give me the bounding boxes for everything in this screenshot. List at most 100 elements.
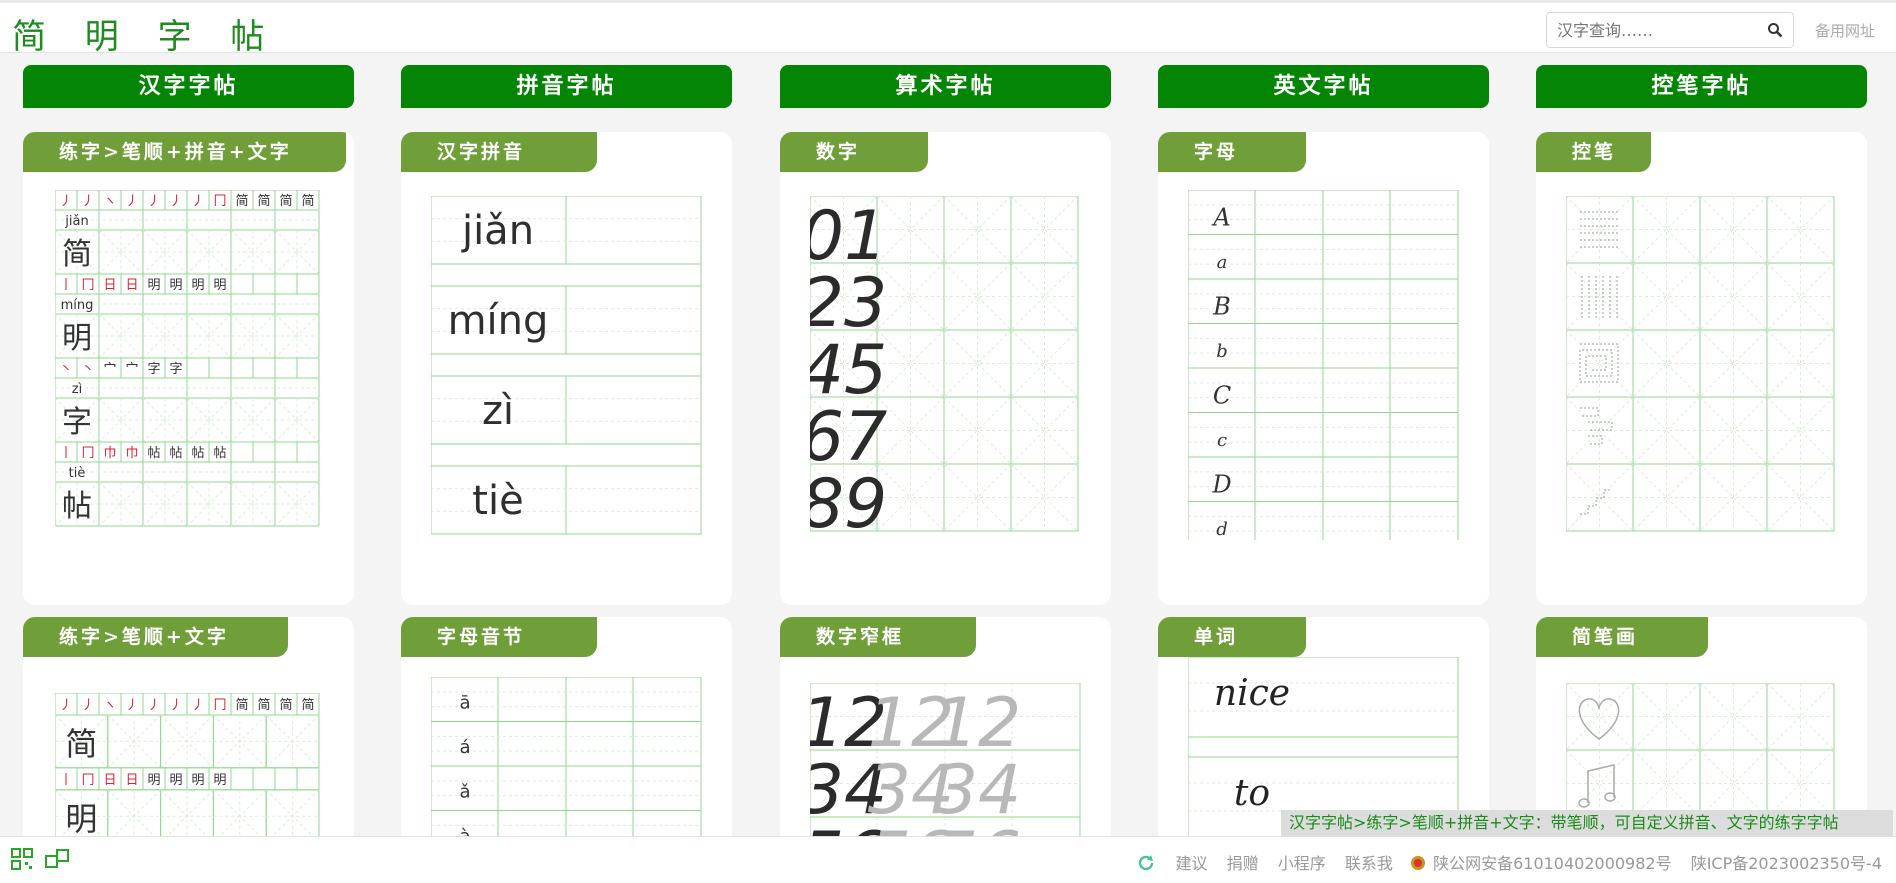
grid-cell <box>296 767 320 791</box>
stroke-order-char: ヽ <box>103 698 116 713</box>
column-header-pen-control[interactable]: 控笔字帖 <box>1536 65 1867 108</box>
stroke-order-char: 巾 <box>103 446 116 461</box>
stroke-order-char: 冂 <box>81 278 94 293</box>
icp-record-link[interactable]: 陕ICP备2023002350号-4 <box>1691 854 1882 873</box>
site-logo[interactable]: 简 明 字 帖 <box>12 9 278 58</box>
mini-program-link[interactable]: 小程序 <box>1278 854 1326 873</box>
pinyin-text: míng <box>61 298 94 313</box>
column-header-pinyin[interactable]: 拼音字帖 <box>401 65 732 108</box>
column-header-hanzi[interactable]: 汉字字帖 <box>23 65 354 108</box>
card-pinyin-syllables[interactable]: 字母音节 āáǎà <box>401 617 732 857</box>
pinyin-word: jiǎn <box>461 208 534 254</box>
column-header-arithmetic[interactable]: 算术字帖 <box>780 65 1111 108</box>
practice-char: 简 <box>62 237 92 272</box>
stroke-order-char: 丨 <box>59 773 72 788</box>
stroke-order-char: 丨 <box>59 278 72 293</box>
search-icon[interactable] <box>1767 22 1783 38</box>
grid-cell <box>296 441 320 463</box>
stroke-order-char: 丿 <box>169 194 182 209</box>
step-pattern <box>1580 407 1613 445</box>
pinyin-text: zì <box>72 382 82 397</box>
stroke-order-char: 冂 <box>81 446 94 461</box>
stroke-order-char: 宀 <box>103 362 116 377</box>
stroke-order-char: 明 <box>147 278 160 293</box>
contact-link[interactable]: 联系我 <box>1345 854 1393 873</box>
syllable-text: ǎ <box>459 782 470 803</box>
sample-letter: b <box>1216 341 1228 362</box>
grid-cell <box>274 441 298 463</box>
stroke-order-char: 简 <box>301 193 314 209</box>
sample-letter: D <box>1211 471 1231 499</box>
stroke-order-char: 明 <box>169 278 182 293</box>
hover-tooltip: 汉字字帖>练字>笔顺+拼音+文字：带笔顺，可自定义拼音、文字的练字字帖 <box>1281 810 1893 836</box>
pinyin-text: tiè <box>69 466 86 481</box>
stroke-order-char: 日 <box>125 773 138 788</box>
card-pen-control[interactable]: 控笔 <box>1536 132 1867 605</box>
stroke-order-char: 简 <box>257 697 270 713</box>
card-tag: 汉字拼音 <box>401 132 597 172</box>
card-preview <box>1566 196 1835 532</box>
search-box[interactable] <box>1546 12 1794 48</box>
grid-cell <box>252 441 276 463</box>
practice-char: 帖 <box>62 489 92 524</box>
police-record-link[interactable]: 陕公网安备61010402000982号 <box>1433 854 1672 873</box>
stroke-order-char: 丿 <box>147 194 160 209</box>
search-input[interactable] <box>1547 13 1757 47</box>
stroke-order-char: 日 <box>125 278 138 293</box>
stroke-order-char: 丿 <box>169 698 182 713</box>
card-tag: 练字>笔顺+文字 <box>23 617 288 657</box>
syllable-text: ā <box>459 693 470 714</box>
stroke-order-char: 丿 <box>59 698 72 713</box>
footer: 建议 捐赠 小程序 联系我 陕公网安备61010402000982号 陕ICP备… <box>0 836 1896 883</box>
stroke-order-char: 冂 <box>213 698 226 713</box>
card-preview: āáǎà <box>431 677 702 847</box>
stroke-order-char: 明 <box>191 773 204 788</box>
stroke-order-char: 冂 <box>81 773 94 788</box>
grid-cell <box>274 273 298 295</box>
sample-letter: a <box>1217 252 1228 273</box>
grid-cell <box>230 441 254 463</box>
card-numbers-narrow[interactable]: 数字窄框 121212343434565656 <box>780 617 1111 857</box>
stroke-order-char: 简 <box>257 193 270 209</box>
donate-link[interactable]: 捐赠 <box>1227 854 1259 873</box>
suggest-link[interactable]: 建议 <box>1176 854 1208 873</box>
backup-url-link[interactable]: 备用网址 <box>1815 20 1875 41</box>
grid-cell <box>274 767 298 791</box>
stroke-order-char: 字 <box>147 362 160 377</box>
card-hanzi-stroke-pinyin-char[interactable]: 练字>笔顺+拼音+文字 丿丿ヽ丿丿丿丿冂简简简简 jiǎn 简丨冂日日明明明明 mín… <box>23 132 354 605</box>
grid-cell <box>230 767 254 791</box>
grid-cell <box>296 357 320 379</box>
card-numbers[interactable]: 数字 0123456789 <box>780 132 1111 605</box>
grid-cell <box>208 357 232 379</box>
stroke-order-char: 字 <box>169 362 182 377</box>
sample-word: to <box>1234 773 1270 814</box>
card-tag: 练字>笔顺+拼音+文字 <box>23 132 346 172</box>
grid-cell <box>431 353 702 377</box>
grid-cell <box>296 273 320 295</box>
card-preview: 丿丿ヽ丿丿丿丿冂简简简简简丨冂日日明明明明明 <box>55 693 320 844</box>
card-tag: 字母音节 <box>401 617 597 657</box>
column-header-english[interactable]: 英文字帖 <box>1158 65 1489 108</box>
stroke-order-char: 帖 <box>213 446 226 461</box>
stroke-order-char: 丿 <box>81 194 94 209</box>
card-pinyin-hanzi[interactable]: 汉字拼音 jiǎn míng zì tiè <box>401 132 732 605</box>
stroke-order-char: 明 <box>213 278 226 293</box>
card-tag: 单词 <box>1158 617 1306 657</box>
stroke-order-char: 帖 <box>147 446 160 461</box>
stroke-order-char: 冂 <box>213 194 226 209</box>
layout-switch-icon[interactable] <box>44 847 72 871</box>
stroke-order-char: 丿 <box>125 698 138 713</box>
card-preview: jiǎn míng zì tiè <box>431 196 702 535</box>
card-tag: 数字窄框 <box>780 617 976 657</box>
refresh-icon[interactable] <box>1136 853 1156 873</box>
card-hanzi-stroke-char[interactable]: 练字>笔顺+文字 丿丿ヽ丿丿丿丿冂简简简简简丨冂日日明明明明明 <box>23 617 354 857</box>
stroke-order-char: 明 <box>147 773 160 788</box>
qr-code-icon[interactable] <box>10 847 34 871</box>
pinyin-word: míng <box>448 298 549 344</box>
card-letters[interactable]: 字母 AaBbCcDd <box>1158 132 1489 605</box>
stroke-order-char: 日 <box>103 773 116 788</box>
card-preview: 121212343434565656 <box>810 683 1081 853</box>
card-tag: 数字 <box>780 132 928 172</box>
header: 简 明 字 帖 备用网址 <box>0 0 1896 57</box>
stroke-order-char: 简 <box>279 193 292 209</box>
